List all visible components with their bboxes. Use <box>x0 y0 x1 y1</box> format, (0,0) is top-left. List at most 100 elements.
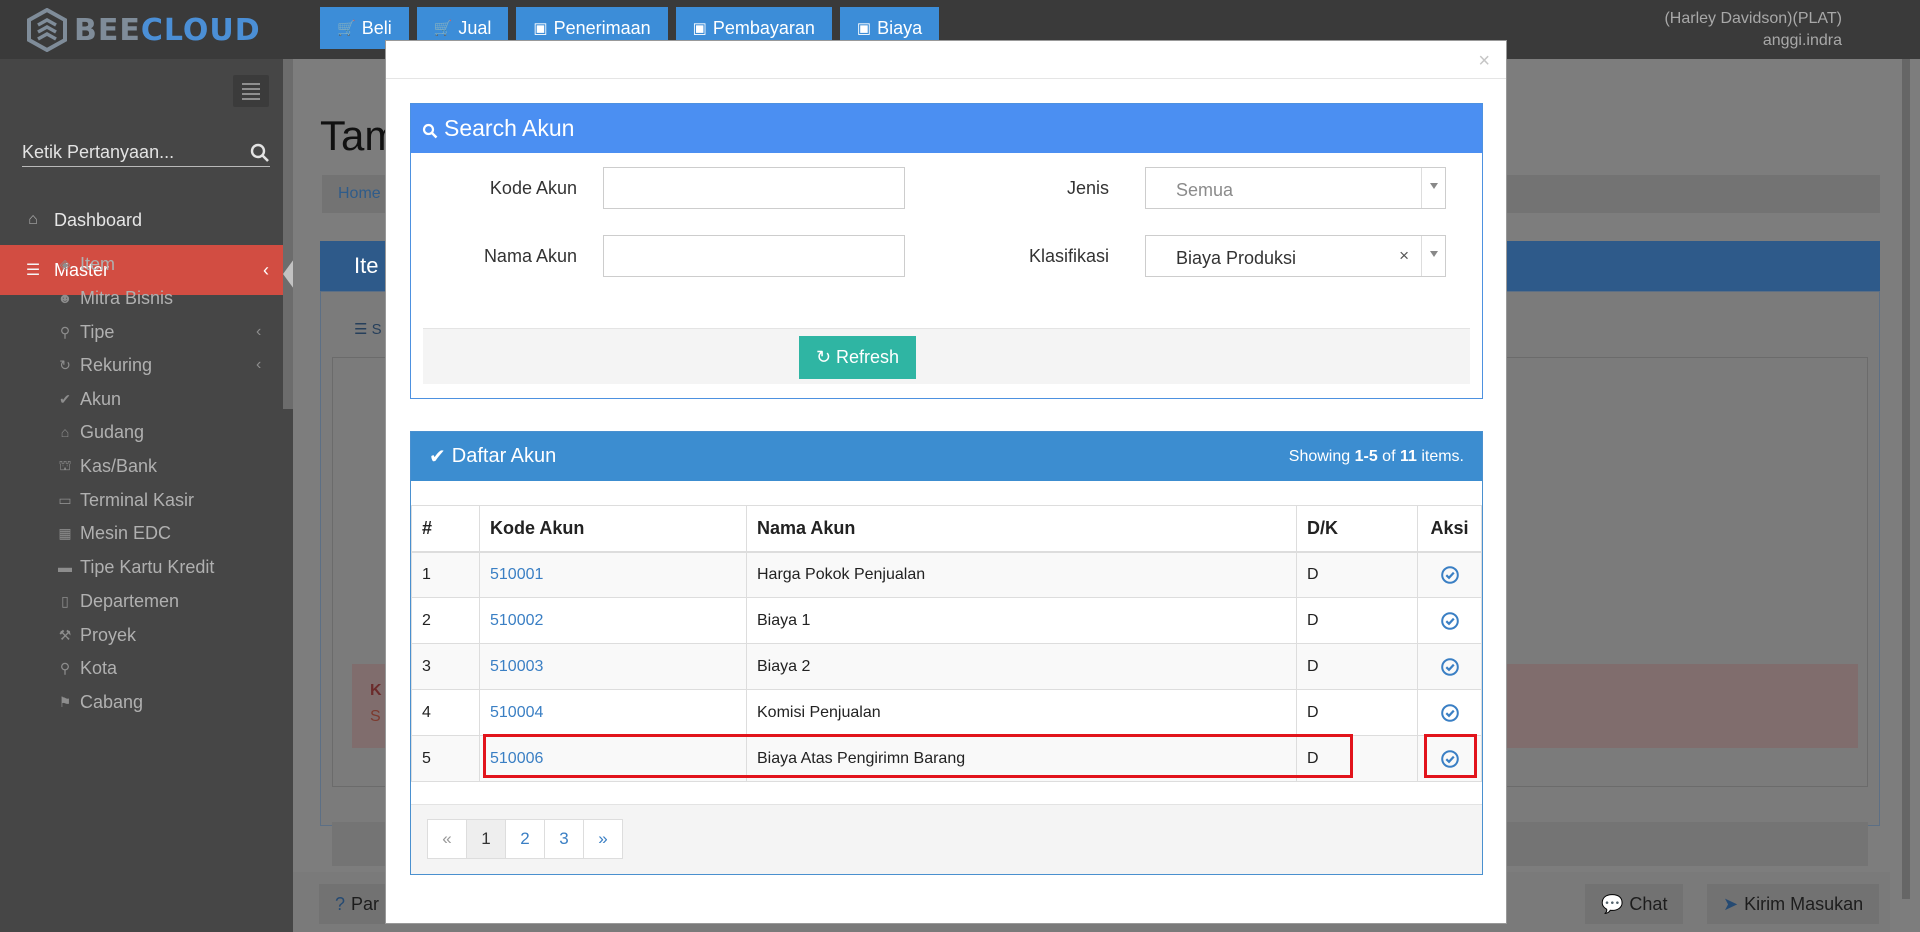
menu-toggle-button[interactable] <box>233 75 269 107</box>
refresh-button[interactable]: ↻ Refresh <box>799 336 916 379</box>
user-info[interactable]: (Harley Davidson)(PLAT) anggi.indra <box>1664 8 1842 52</box>
sidebar-scrollbar[interactable] <box>283 59 293 409</box>
table-row: 1 510001 Harga Pokok Penjualan D <box>411 551 1482 598</box>
row-number: 4 <box>411 689 480 736</box>
sitemap-icon: ⚲ <box>59 323 71 340</box>
nama-akun-input[interactable] <box>603 235 905 277</box>
dk-cell: D <box>1296 597 1418 644</box>
breadcrumb-home[interactable]: Home <box>338 185 381 203</box>
clipboard-icon: ▯ <box>61 592 69 609</box>
row-number: 1 <box>411 551 480 598</box>
kode-akun-link[interactable]: 510006 <box>490 750 543 767</box>
table-row: 5 510006 Biaya Atas Pengirimn Barang D <box>411 735 1482 782</box>
flag-icon: ⚑ <box>58 693 72 710</box>
close-icon[interactable]: × <box>1478 50 1490 73</box>
money-icon: ▣ <box>533 20 548 37</box>
home-icon: ⌂ <box>28 211 38 228</box>
klasifikasi-label: Klasifikasi <box>1028 246 1109 266</box>
table-row: 2 510002 Biaya 1 D <box>411 597 1482 644</box>
database-icon: ☰ <box>25 262 41 279</box>
paper-plane-icon: ➤ <box>1723 893 1739 914</box>
sidebar-item-gudang[interactable]: ⌂ Gudang <box>56 417 144 447</box>
row-number: 3 <box>411 643 480 690</box>
column-header-aksi: Aksi <box>1417 505 1482 553</box>
daftar-akun-panel: ✔ Daftar Akun Showing 1-5 of 11 items. #… <box>410 431 1483 875</box>
search-panel-footer: ↻ Refresh <box>423 328 1470 384</box>
user-name: anggi.indra <box>1762 32 1842 49</box>
user-company: (Harley Davidson)(PLAT) <box>1664 10 1842 27</box>
select-check-icon[interactable] <box>1440 657 1460 677</box>
pagination-next[interactable]: » <box>583 819 623 859</box>
sidebar-item-cabang[interactable]: ⚑ Cabang <box>56 687 143 717</box>
home-icon: ⌂ <box>60 424 70 440</box>
jenis-selected-value: Semua <box>1176 180 1234 200</box>
sidebar-item-item[interactable]: ◈ Item <box>56 249 115 279</box>
sidebar-search <box>22 139 270 167</box>
sidebar: ⌂Dashboard ☰Master ‹ ◈Item ☻Mitra Bisnis… <box>0 59 293 932</box>
klasifikasi-select[interactable]: Biaya Produksi × <box>1145 235 1446 277</box>
select-check-icon[interactable] <box>1440 749 1460 769</box>
logo[interactable]: BEECLOUD <box>26 8 261 52</box>
kode-akun-link[interactable]: 510003 <box>490 658 543 675</box>
sidebar-item-tipe-kartu-kredit[interactable]: ▬ Tipe Kartu Kredit <box>56 552 214 582</box>
select-check-icon[interactable] <box>1440 703 1460 723</box>
sidebar-item-mitra-bisnis[interactable]: ☻ Mitra Bisnis <box>56 283 173 313</box>
table-footer: « 1 2 3 » <box>411 804 1482 874</box>
sidebar-item-mesin-edc[interactable]: ▦ Mesin EDC <box>56 518 171 548</box>
row-number: 5 <box>411 735 480 782</box>
logo-icon <box>27 8 67 52</box>
pagination-page-1[interactable]: 1 <box>466 819 506 859</box>
kode-akun-input[interactable] <box>603 167 905 209</box>
pagination: « 1 2 3 » <box>427 819 623 859</box>
pagination-prev[interactable]: « <box>427 819 467 859</box>
dk-cell: D <box>1296 551 1418 598</box>
sidebar-item-rekuring[interactable]: ↻ Rekuring ‹ <box>56 350 261 380</box>
chevron-down-icon[interactable] <box>1421 168 1445 208</box>
select-check-icon[interactable] <box>1440 611 1460 631</box>
sidebar-item-akun[interactable]: ✔ Akun <box>56 384 121 414</box>
feedback-button[interactable]: ➤ Kirim Masukan <box>1707 884 1880 924</box>
table-row: 3 510003 Biaya 2 D <box>411 643 1482 690</box>
map-marker-icon: ⚲ <box>59 659 71 676</box>
sidebar-item-kas-bank[interactable]: ⛫ Kas/Bank <box>56 451 157 481</box>
check-icon: ✔ <box>59 390 71 407</box>
column-header-dk[interactable]: D/K <box>1296 505 1418 553</box>
kode-akun-link[interactable]: 510002 <box>490 612 543 629</box>
column-header-kode-akun[interactable]: Kode Akun <box>479 505 747 553</box>
chat-icon: 💬 <box>1601 893 1624 914</box>
page-scrollbar[interactable] <box>1890 59 1920 932</box>
chevron-down-icon[interactable] <box>1421 236 1445 276</box>
desktop-icon: ▭ <box>58 491 72 508</box>
help-button[interactable]: ? Par <box>319 884 396 924</box>
cart-icon: 🛒 <box>433 20 453 37</box>
sidebar-item-terminal-kasir[interactable]: ▭ Terminal Kasir <box>56 485 194 515</box>
select-check-icon[interactable] <box>1440 565 1460 585</box>
jenis-label: Jenis <box>1066 178 1109 198</box>
search-icon[interactable] <box>250 143 270 163</box>
sidebar-item-proyek[interactable]: ⚒ Proyek <box>56 620 136 650</box>
jenis-select[interactable]: Semua <box>1145 167 1446 209</box>
background-tab[interactable]: ☰ S <box>354 320 382 338</box>
logo-text: BEECLOUD <box>74 12 261 48</box>
pagination-page-2[interactable]: 2 <box>505 819 545 859</box>
pagination-page-3[interactable]: 3 <box>544 819 584 859</box>
cube-icon: ◈ <box>59 255 71 272</box>
row-number: 2 <box>411 597 480 644</box>
sidebar-item-tipe[interactable]: ⚲ Tipe ‹ <box>56 317 261 347</box>
column-header-nama-akun[interactable]: Nama Akun <box>746 505 1297 553</box>
sidebar-search-input[interactable] <box>22 142 232 163</box>
kode-akun-link[interactable]: 510004 <box>490 704 543 721</box>
calculator-icon: ▦ <box>58 524 72 541</box>
clear-icon[interactable]: × <box>1399 246 1409 266</box>
chat-button[interactable]: 💬 Chat <box>1585 884 1684 924</box>
sidebar-item-kota[interactable]: ⚲ Kota <box>56 653 117 683</box>
sidebar-item-dashboard[interactable]: ⌂ Dashboard <box>0 195 293 245</box>
kode-akun-link[interactable]: 510001 <box>490 566 543 583</box>
sidebar-item-departemen[interactable]: ▯ Departemen <box>56 586 179 616</box>
column-header-no[interactable]: # <box>411 505 480 553</box>
search-panel-header: Search Akun <box>411 104 1482 153</box>
search-panel: Search Akun Kode Akun Nama Akun Jenis Se… <box>410 103 1483 399</box>
gavel-icon: ⚒ <box>58 626 72 643</box>
nama-akun-cell: Harga Pokok Penjualan <box>746 551 1297 598</box>
chevron-left-icon: ‹ <box>263 259 269 280</box>
